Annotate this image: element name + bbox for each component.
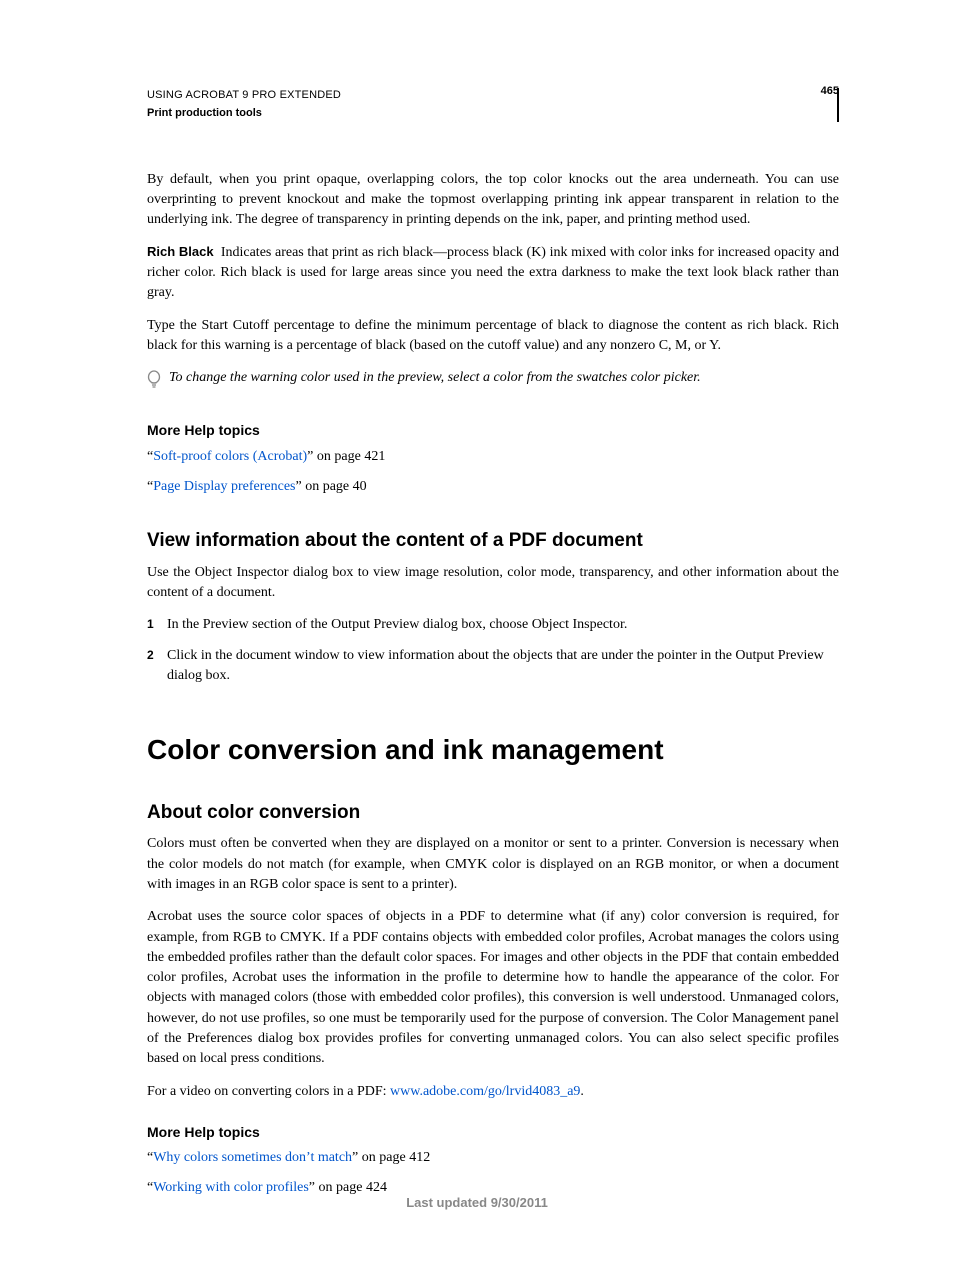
procedure-list: 1 In the Preview section of the Output P… — [147, 615, 839, 686]
tip-text: To change the warning color used in the … — [169, 368, 701, 388]
body-paragraph: By default, when you print opaque, overl… — [147, 170, 839, 231]
step-number: 2 — [147, 646, 157, 687]
body-paragraph: For a video on converting colors in a PD… — [147, 1082, 839, 1102]
help-link-line: “Why colors sometimes don’t match” on pa… — [147, 1148, 839, 1168]
lightbulb-icon — [147, 370, 161, 390]
body-paragraph: Colors must often be converted when they… — [147, 834, 839, 895]
doc-title: USING ACROBAT 9 PRO EXTENDED — [147, 88, 827, 104]
section-heading-about-color: About color conversion — [147, 799, 839, 827]
doc-subtitle: Print production tools — [147, 106, 827, 122]
help-link-pagedisplay[interactable]: Page Display preferences — [153, 479, 295, 494]
help-link-suffix: ” on page 40 — [296, 479, 367, 494]
step-number: 1 — [147, 615, 157, 635]
procedure-step: 2 Click in the document window to view i… — [147, 646, 839, 687]
body-paragraph: Acrobat uses the source color spaces of … — [147, 907, 839, 1069]
last-updated-footer: Last updated 9/30/2011 — [0, 1194, 954, 1213]
term-text: Indicates areas that print as rich black… — [147, 245, 839, 301]
video-line-prefix: For a video on converting colors in a PD… — [147, 1084, 390, 1099]
more-help-heading: More Help topics — [147, 420, 839, 440]
definition-paragraph: Rich Black Indicates areas that print as… — [147, 243, 839, 304]
help-link-line: “Soft-proof colors (Acrobat)” on page 42… — [147, 447, 839, 467]
help-link-suffix: ” on page 421 — [307, 449, 385, 464]
section-heading-view-info: View information about the content of a … — [147, 527, 839, 555]
chapter-heading: Color conversion and ink management — [147, 730, 839, 771]
running-header: USING ACROBAT 9 PRO EXTENDED Print produ… — [147, 88, 839, 122]
video-line-suffix: . — [580, 1084, 584, 1099]
step-text: Click in the document window to view inf… — [167, 646, 839, 687]
body-paragraph: Type the Start Cutoff percentage to defi… — [147, 316, 839, 357]
tip-block: To change the warning color used in the … — [147, 368, 839, 390]
body-paragraph: Use the Object Inspector dialog box to v… — [147, 563, 839, 604]
video-url-link[interactable]: www.adobe.com/go/lrvid4083_a9 — [390, 1084, 580, 1099]
procedure-step: 1 In the Preview section of the Output P… — [147, 615, 839, 635]
page-number: 465 — [821, 84, 839, 100]
help-link-softproof[interactable]: Soft-proof colors (Acrobat) — [153, 449, 307, 464]
help-link-line: “Page Display preferences” on page 40 — [147, 477, 839, 497]
more-help-heading: More Help topics — [147, 1122, 839, 1142]
term-label: Rich Black — [147, 244, 214, 259]
help-link-suffix: ” on page 412 — [352, 1150, 430, 1165]
help-link-colors-match[interactable]: Why colors sometimes don’t match — [153, 1150, 352, 1165]
step-text: In the Preview section of the Output Pre… — [167, 615, 627, 635]
